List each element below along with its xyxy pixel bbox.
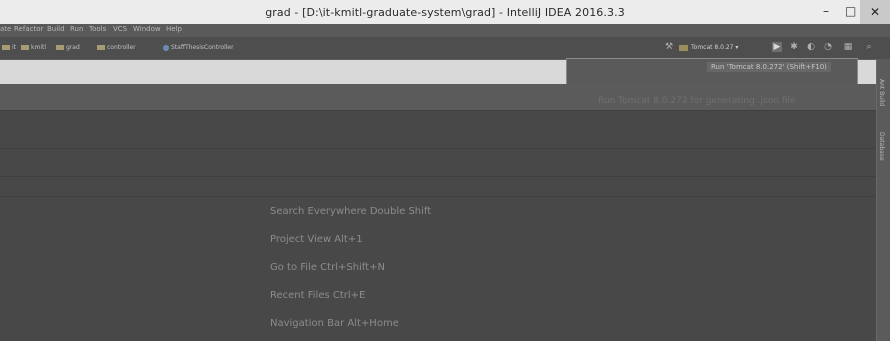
hint-search-everywhere: Search Everywhere Double Shift <box>270 206 432 217</box>
menu-bar: ate Refactor Build Run Tools VCS Window … <box>0 24 890 37</box>
minimize-icon[interactable]: – <box>823 4 829 18</box>
editor-area[interactable] <box>0 84 876 341</box>
divider <box>0 176 876 177</box>
class-icon <box>163 44 169 51</box>
database-tab[interactable]: Database <box>878 132 885 161</box>
window-title-bar: grad - [D:\it-kmitl-graduate-system\grad… <box>0 0 890 24</box>
hint-project-view: Project View Alt+1 <box>270 234 363 245</box>
folder-icon <box>2 45 10 50</box>
chevron-down-icon: ▾ <box>733 44 739 51</box>
editor-top-hint: Run Tomcat 8.0.272 for generating .json … <box>598 96 796 106</box>
breadcrumb-grad[interactable]: grad <box>56 44 80 51</box>
divider <box>0 110 876 111</box>
menu-item-help[interactable]: Help <box>166 25 182 33</box>
coverage-icon[interactable]: ◐ <box>806 42 816 52</box>
menu-item-vcs[interactable]: VCS <box>113 25 127 33</box>
profile-icon[interactable]: ◔ <box>823 42 833 52</box>
menu-item-window[interactable]: Window <box>133 25 161 33</box>
breadcrumb-staff-thesis-controller[interactable]: StaffThesisController <box>163 44 234 51</box>
menu-item-code[interactable]: ate <box>0 25 11 33</box>
folder-icon <box>21 45 29 50</box>
ant-build-tab[interactable]: Ant Build <box>878 79 885 106</box>
hint-recent-files: Recent Files Ctrl+E <box>270 290 366 301</box>
menu-item-build[interactable]: Build <box>47 25 65 33</box>
close-icon[interactable]: ✕ <box>860 0 890 24</box>
menu-item-tools[interactable]: Tools <box>89 25 106 33</box>
run-configuration-select[interactable]: Tomcat 8.0.27 ▾ <box>679 41 767 54</box>
divider <box>0 148 876 149</box>
breadcrumb-kmitl[interactable]: kmitl <box>21 44 46 51</box>
tomcat-icon <box>679 44 688 51</box>
search-icon[interactable]: ⌕ <box>864 42 874 52</box>
project-structure-icon[interactable]: ▦ <box>843 42 853 52</box>
breadcrumb-it[interactable]: it <box>2 44 16 51</box>
run-tooltip: Run 'Tomcat 8.0.272' (Shift+F10) <box>707 62 831 72</box>
breadcrumb-controller[interactable]: controller <box>97 44 136 51</box>
menu-item-refactor[interactable]: Refactor <box>14 25 43 33</box>
build-icon[interactable]: ⚒ <box>664 42 674 52</box>
run-icon[interactable]: ▶ <box>772 42 782 52</box>
folder-icon <box>97 45 105 50</box>
hint-go-to-file: Go to File Ctrl+Shift+N <box>270 262 385 273</box>
debug-icon[interactable]: ✱ <box>789 42 799 52</box>
folder-icon <box>56 45 64 50</box>
maximize-icon[interactable]: □ <box>845 4 856 18</box>
window-title: grad - [D:\it-kmitl-graduate-system\grad… <box>265 6 625 19</box>
hint-navigation-bar: Navigation Bar Alt+Home <box>270 318 399 329</box>
menu-item-run[interactable]: Run <box>70 25 83 33</box>
divider <box>0 196 876 197</box>
